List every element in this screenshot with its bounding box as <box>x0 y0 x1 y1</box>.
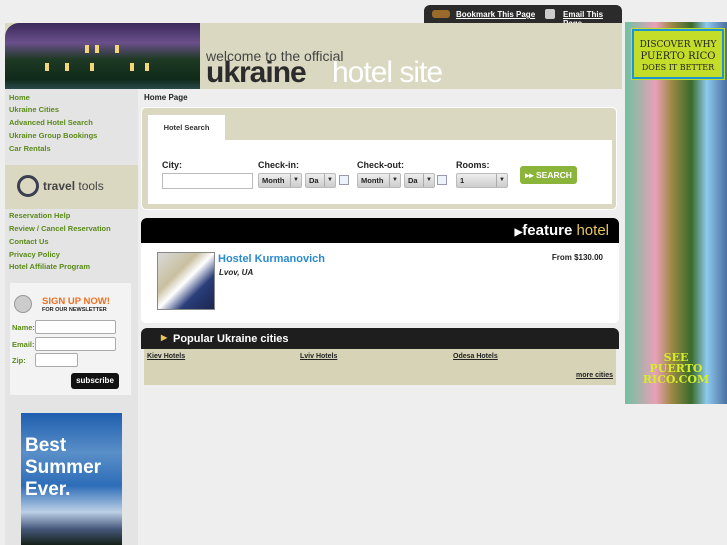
search-button[interactable]: ▸▸ SEARCH <box>520 166 577 184</box>
checkin-label: Check-in: <box>258 160 300 170</box>
nav-advanced-search[interactable]: Advanced Hotel Search <box>9 118 93 127</box>
top-links-bar: Bookmark This Page Email This Page <box>424 5 622 28</box>
tool-privacy-policy[interactable]: Privacy Policy <box>9 250 60 259</box>
newsletter-email-input[interactable] <box>35 337 116 351</box>
rooms-label: Rooms: <box>456 160 490 170</box>
more-cities-link[interactable]: more cities <box>576 372 613 379</box>
tab-hotel-search[interactable]: Hotel Search <box>148 115 225 141</box>
hotel-location: Lvov, UA <box>219 268 254 277</box>
breadcrumb: Home Page <box>144 93 188 102</box>
chevron-down-icon: ▼ <box>496 174 507 187</box>
tool-reservation-help[interactable]: Reservation Help <box>9 211 70 220</box>
site-title-ukraine: ukraine <box>206 56 307 89</box>
nav-ukraine-cities[interactable]: Ukraine Cities <box>9 105 59 114</box>
hotel-name-link[interactable]: Hostel Kurmanovich <box>218 253 325 265</box>
checkin-month-select[interactable]: Month ▼ <box>258 173 302 188</box>
popular-cities-title: Popular Ukraine cities <box>173 333 289 345</box>
checkout-day-select[interactable]: Da ▼ <box>404 173 435 188</box>
travel-tools-bold: travel <box>43 179 76 193</box>
chevron-down-icon: ▼ <box>290 174 301 187</box>
checkout-label: Check-out: <box>357 160 404 170</box>
calendar-icon[interactable] <box>339 175 349 185</box>
chevron-down-icon: ▼ <box>423 174 434 187</box>
travel-tools-header: travel tools <box>5 165 138 209</box>
hotel-price: From $130.00 <box>551 253 603 262</box>
city-link-kiev[interactable]: Kiev Hotels <box>147 353 185 360</box>
checkin-day-select[interactable]: Da ▼ <box>305 173 336 188</box>
puerto-rico-ad[interactable]: DISCOVER WHY PUERTO RICO DOES IT BETTER SE… <box>625 22 727 404</box>
play-icon: ▶ <box>161 333 168 342</box>
book-icon <box>432 10 450 18</box>
popular-cities-header: ▶ Popular Ukraine cities <box>141 328 619 349</box>
city-link-lviv[interactable]: Lviv Hotels <box>300 353 337 360</box>
no-symbol-icon <box>17 175 39 197</box>
feature-hotel-header: ▶feature hotel <box>141 218 619 243</box>
calendar-icon[interactable] <box>437 175 447 185</box>
hotel-search-panel: Hotel Search City: Check-in: Month ▼ Da ▼ … <box>141 107 617 210</box>
chevron-down-icon: ▼ <box>324 174 335 187</box>
ad-headline-box: DISCOVER WHY PUERTO RICO DOES IT BETTER <box>631 28 725 80</box>
pencil-icon <box>14 295 32 313</box>
name-label: Name: <box>12 323 35 332</box>
hotel-title: hotel <box>576 222 609 239</box>
site-title-hotel-site: hotel site <box>332 56 443 89</box>
newsletter-zip-input[interactable] <box>35 353 78 367</box>
popular-cities-list: Kiev Hotels Lviv Hotels Odesa Hotels mor… <box>144 349 616 385</box>
city-label: City: <box>162 160 182 170</box>
nav-car-rentals[interactable]: Car Rentals <box>9 144 51 153</box>
nav-home[interactable]: Home <box>9 93 30 102</box>
hotel-thumbnail[interactable] <box>157 252 215 310</box>
zip-label: Zip: <box>12 356 26 365</box>
bookmark-link[interactable]: Bookmark This Page <box>456 10 535 19</box>
tool-contact-us[interactable]: Contact Us <box>9 237 49 246</box>
search-form: City: Check-in: Month ▼ Da ▼ Check-out: Mo… <box>148 140 612 204</box>
email-label: Email: <box>12 340 35 349</box>
summer-ad-banner[interactable]: Best Summer Ever. <box>21 413 122 545</box>
travel-tools-light: tools <box>78 179 104 193</box>
feature-title: feature <box>522 222 573 239</box>
tool-review-cancel[interactable]: Review / Cancel Reservation <box>9 224 111 233</box>
rooms-select[interactable]: 1 ▼ <box>456 173 508 188</box>
nav-group-bookings[interactable]: Ukraine Group Bookings <box>9 131 97 140</box>
city-input[interactable] <box>162 173 253 189</box>
subscribe-button[interactable]: subscribe <box>71 373 119 389</box>
tool-affiliate-program[interactable]: Hotel Affiliate Program <box>9 262 90 271</box>
header-banner: welcome to the official ukraine hotel si… <box>5 23 622 89</box>
newsletter-name-input[interactable] <box>35 320 116 334</box>
chevron-down-icon: ▼ <box>389 174 400 187</box>
city-link-odesa[interactable]: Odesa Hotels <box>453 353 498 360</box>
hotel-photo <box>5 23 200 89</box>
mailbox-icon <box>545 9 555 19</box>
feature-hotel-body: Hostel Kurmanovich Lvov, UA From $130.00 <box>141 243 619 323</box>
newsletter-subline: FOR OUR NEWSLETTER <box>42 307 107 313</box>
fast-forward-icon: ▸▸ <box>525 170 534 180</box>
newsletter-headline: SIGN UP NOW! <box>42 296 110 307</box>
ad-footer-text: SEE PUERTO RICO.COM <box>642 351 710 386</box>
checkout-month-select[interactable]: Month ▼ <box>357 173 401 188</box>
summer-ad-text: Best Summer Ever. <box>25 435 102 500</box>
